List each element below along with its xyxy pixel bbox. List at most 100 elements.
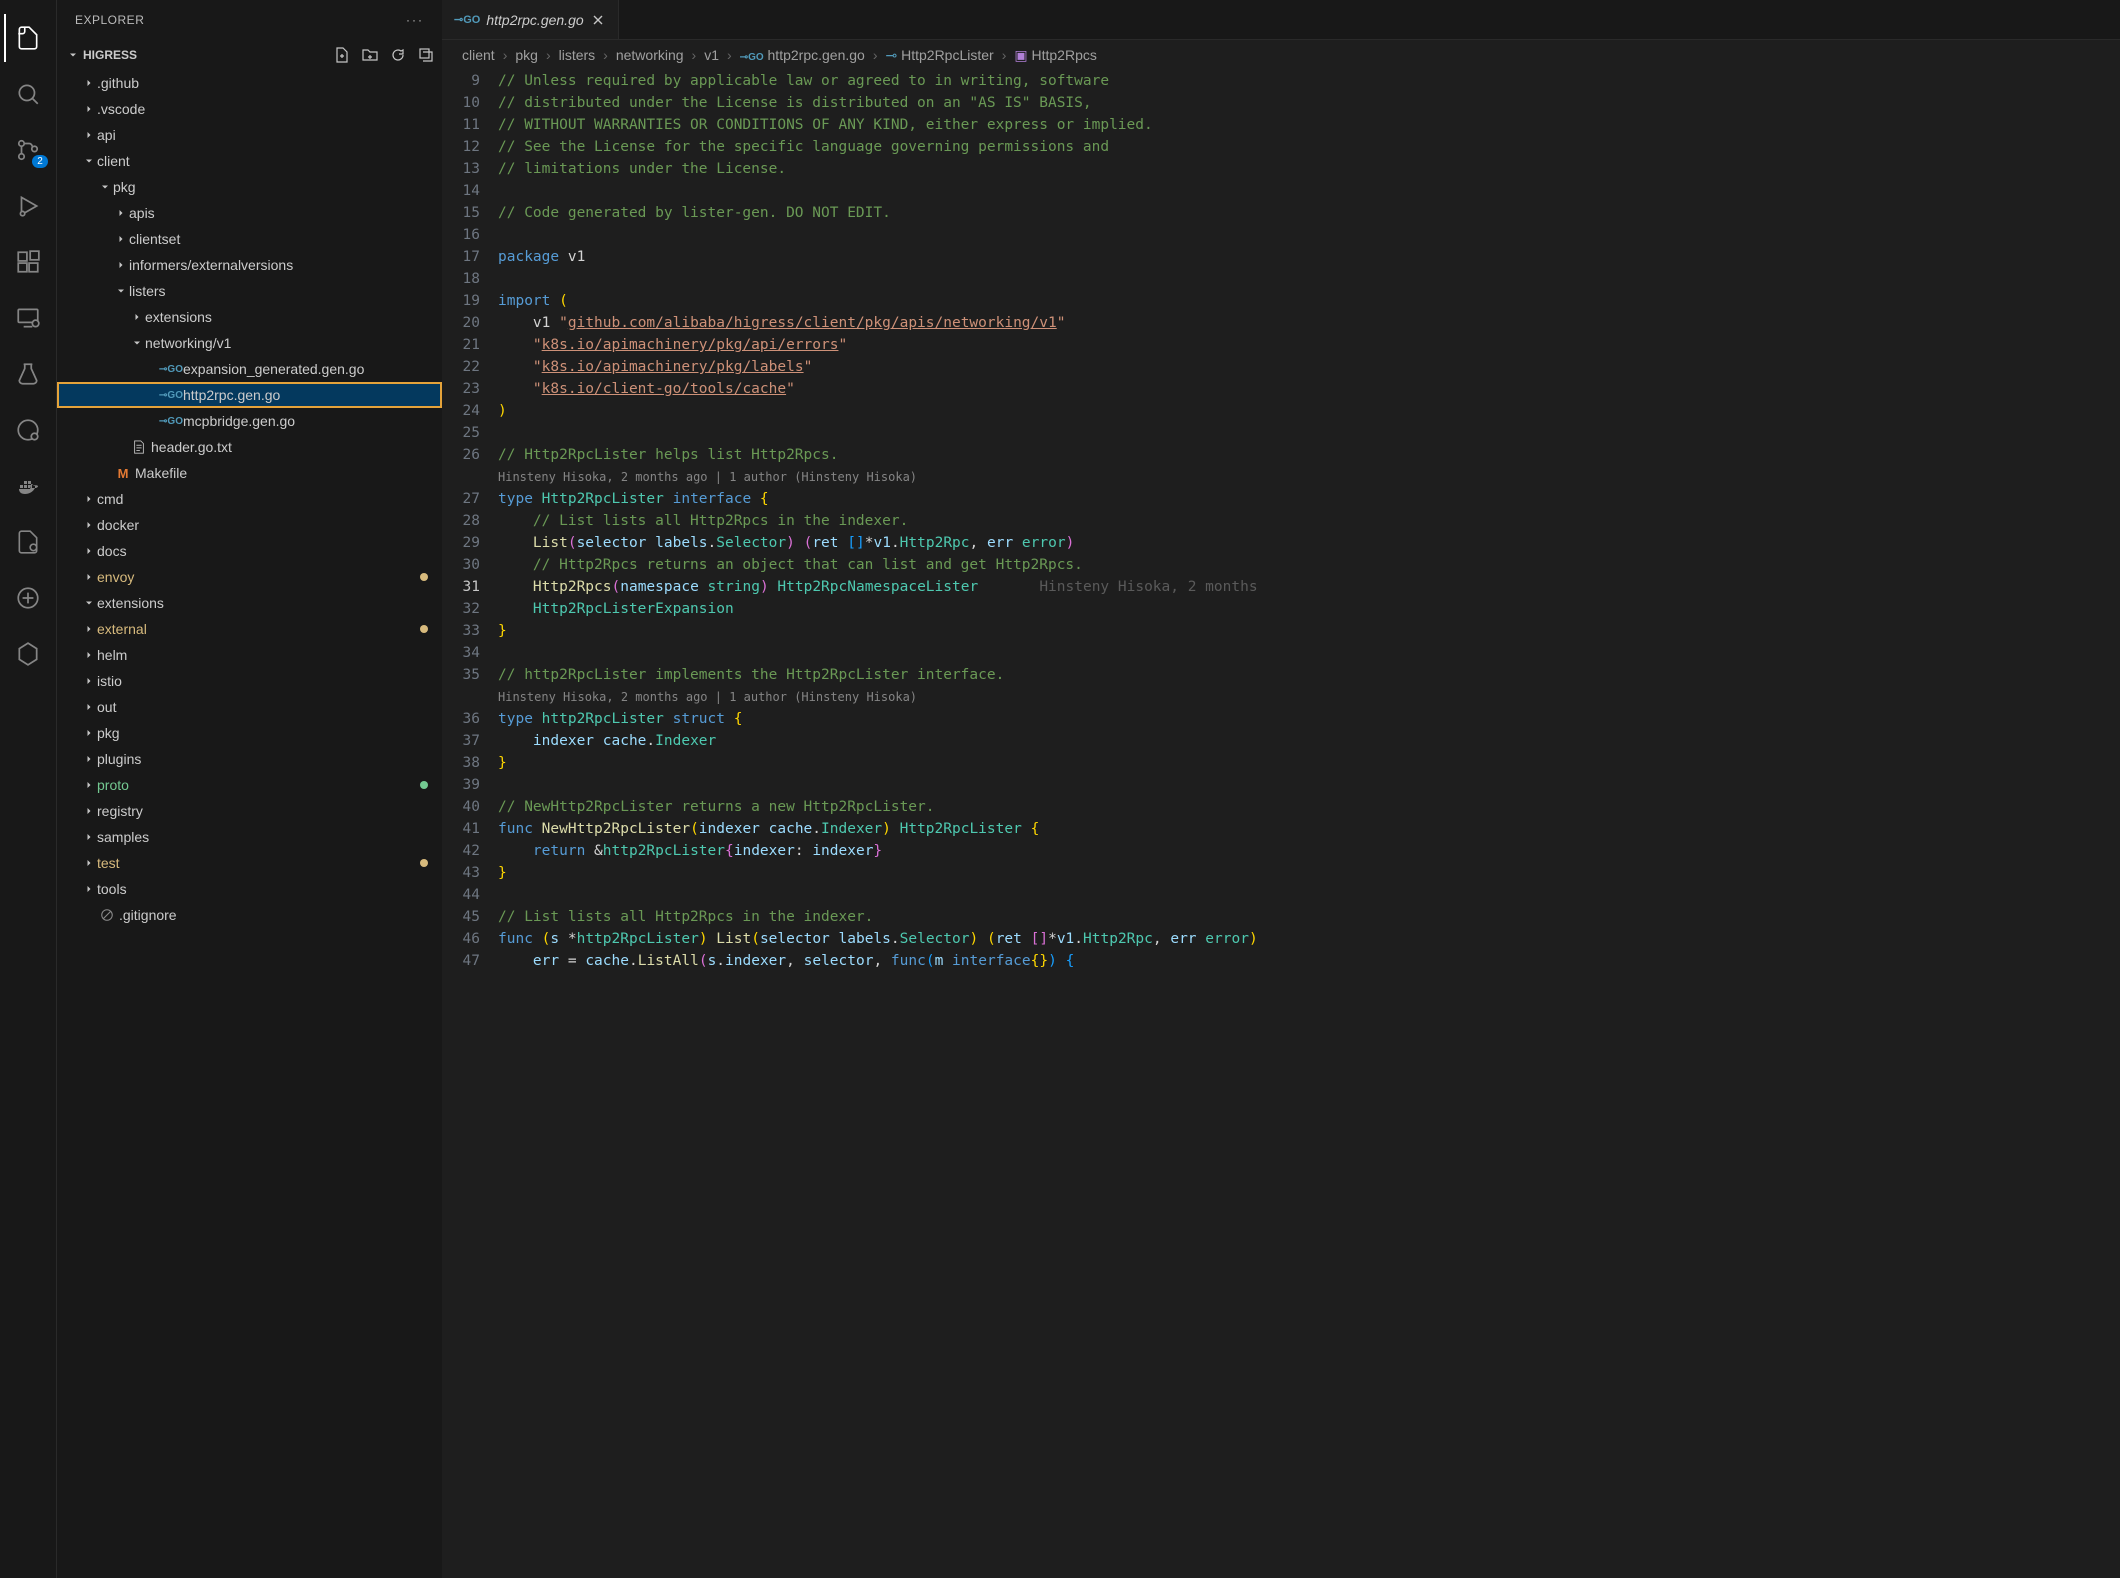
tree-item-api[interactable]: api — [57, 122, 442, 148]
code-line-28[interactable]: // List lists all Http2Rpcs in the index… — [498, 510, 2120, 532]
new-file-icon[interactable] — [334, 47, 350, 63]
code-content[interactable]: // Unless required by applicable law or … — [498, 70, 2120, 1578]
test-icon[interactable] — [4, 350, 52, 398]
collapse-icon[interactable] — [418, 47, 434, 63]
code-line-26[interactable]: // Http2RpcLister helps list Http2Rpcs. — [498, 444, 2120, 466]
explorer-icon[interactable] — [4, 14, 52, 62]
extensions-icon[interactable] — [4, 238, 52, 286]
project-header[interactable]: HIGRESS — [57, 40, 442, 70]
code-line-25[interactable] — [498, 422, 2120, 444]
tree-item-Makefile[interactable]: MMakefile — [57, 460, 442, 486]
code-line-44[interactable] — [498, 884, 2120, 906]
tree-item-plugins[interactable]: plugins — [57, 746, 442, 772]
code-line-12[interactable]: // See the License for the specific lang… — [498, 136, 2120, 158]
tree-item-docker[interactable]: docker — [57, 512, 442, 538]
tree-item-cmd[interactable]: cmd — [57, 486, 442, 512]
tree-item-mcpbridge-gen-go[interactable]: ⊸GOmcpbridge.gen.go — [57, 408, 442, 434]
tree-item-istio[interactable]: istio — [57, 668, 442, 694]
hex-icon[interactable] — [4, 630, 52, 678]
breadcrumb-segment[interactable]: networking — [616, 47, 684, 63]
tree-item--gitignore[interactable]: .gitignore — [57, 902, 442, 928]
project-icon[interactable] — [4, 574, 52, 622]
source-control-icon[interactable]: 2 — [4, 126, 52, 174]
breadcrumb-segment[interactable]: client — [462, 47, 495, 63]
tree-item-out[interactable]: out — [57, 694, 442, 720]
code-line-40[interactable]: // NewHttp2RpcLister returns a new Http2… — [498, 796, 2120, 818]
breadcrumb[interactable]: client›pkg›listers›networking›v1›⊸GO htt… — [442, 40, 2120, 70]
tree-item-envoy[interactable]: envoy — [57, 564, 442, 590]
tree-item-external[interactable]: external — [57, 616, 442, 642]
remote-icon[interactable] — [4, 294, 52, 342]
tree-item-tools[interactable]: tools — [57, 876, 442, 902]
breadcrumb-segment[interactable]: ⊸ Http2RpcLister — [885, 47, 993, 64]
tree-item-pkg[interactable]: pkg — [57, 720, 442, 746]
code-line-46[interactable]: func (s *http2RpcLister) List(selector l… — [498, 928, 2120, 950]
code-line-37[interactable]: indexer cache.Indexer — [498, 730, 2120, 752]
tree-item-registry[interactable]: registry — [57, 798, 442, 824]
tree-item-client[interactable]: client — [57, 148, 442, 174]
code-line-39[interactable] — [498, 774, 2120, 796]
tree-item-apis[interactable]: apis — [57, 200, 442, 226]
docker-icon[interactable] — [4, 462, 52, 510]
code-line-16[interactable] — [498, 224, 2120, 246]
breadcrumb-segment[interactable]: pkg — [515, 47, 538, 63]
tree-item--vscode[interactable]: .vscode — [57, 96, 442, 122]
tree-item-docs[interactable]: docs — [57, 538, 442, 564]
code-line-42[interactable]: return &http2RpcLister{indexer: indexer} — [498, 840, 2120, 862]
code-line-20[interactable]: v1 "github.com/alibaba/higress/client/pk… — [498, 312, 2120, 334]
code-line-31[interactable]: Http2Rpcs(namespace string) Http2RpcName… — [498, 576, 2120, 598]
code-line-18[interactable] — [498, 268, 2120, 290]
code-line-34[interactable] — [498, 642, 2120, 664]
code-line-32[interactable]: Http2RpcListerExpansion — [498, 598, 2120, 620]
code-line-43[interactable]: } — [498, 862, 2120, 884]
breadcrumb-segment[interactable]: v1 — [704, 47, 719, 63]
tree-item--github[interactable]: .github — [57, 70, 442, 96]
tree-item-networking[interactable]: networking / v1 — [57, 330, 442, 356]
new-folder-icon[interactable] — [362, 47, 378, 63]
code-line-14[interactable] — [498, 180, 2120, 202]
makefile-icon[interactable] — [4, 406, 52, 454]
code-line-23[interactable]: "k8s.io/client-go/tools/cache" — [498, 378, 2120, 400]
editor[interactable]: 9101112131415161718192021222324252627282… — [442, 70, 2120, 1578]
sidebar-more-icon[interactable]: ··· — [406, 13, 424, 27]
code-line-21[interactable]: "k8s.io/apimachinery/pkg/api/errors" — [498, 334, 2120, 356]
tree-item-extensions[interactable]: extensions — [57, 304, 442, 330]
code-line-30[interactable]: // Http2Rpcs returns an object that can … — [498, 554, 2120, 576]
tab-http2rpc[interactable]: ⊸GO http2rpc.gen.go — [442, 0, 619, 39]
code-line-41[interactable]: func NewHttp2RpcLister(indexer cache.Ind… — [498, 818, 2120, 840]
tree-item-extensions[interactable]: extensions — [57, 590, 442, 616]
code-line-36[interactable]: type http2RpcLister struct { — [498, 708, 2120, 730]
code-line-47[interactable]: err = cache.ListAll(s.indexer, selector,… — [498, 950, 2120, 972]
codelens[interactable]: Hinsteny Hisoka, 2 months ago | 1 author… — [498, 466, 2120, 488]
code-line-33[interactable]: } — [498, 620, 2120, 642]
code-line-19[interactable]: import ( — [498, 290, 2120, 312]
close-icon[interactable] — [590, 12, 606, 28]
code-line-45[interactable]: // List lists all Http2Rpcs in the index… — [498, 906, 2120, 928]
debug-icon[interactable] — [4, 182, 52, 230]
code-line-27[interactable]: type Http2RpcLister interface { — [498, 488, 2120, 510]
codelens[interactable]: Hinsteny Hisoka, 2 months ago | 1 author… — [498, 686, 2120, 708]
tree-item-pkg[interactable]: pkg — [57, 174, 442, 200]
tree-item-http2rpc-gen-go[interactable]: ⊸GOhttp2rpc.gen.go — [57, 382, 442, 408]
code-line-29[interactable]: List(selector labels.Selector) (ret []*v… — [498, 532, 2120, 554]
tree-item-test[interactable]: test — [57, 850, 442, 876]
breadcrumb-segment[interactable]: ▣ Http2Rpcs — [1014, 47, 1096, 64]
tree-item-clientset[interactable]: clientset — [57, 226, 442, 252]
code-line-35[interactable]: // http2RpcLister implements the Http2Rp… — [498, 664, 2120, 686]
code-line-13[interactable]: // limitations under the License. — [498, 158, 2120, 180]
tree-item-header-go-txt[interactable]: header.go.txt — [57, 434, 442, 460]
code-line-22[interactable]: "k8s.io/apimachinery/pkg/labels" — [498, 356, 2120, 378]
code-line-24[interactable]: ) — [498, 400, 2120, 422]
search-icon[interactable] — [4, 70, 52, 118]
tree-item-expansion-generated-gen-go[interactable]: ⊸GOexpansion_generated.gen.go — [57, 356, 442, 382]
code-line-9[interactable]: // Unless required by applicable law or … — [498, 70, 2120, 92]
code-line-11[interactable]: // WITHOUT WARRANTIES OR CONDITIONS OF A… — [498, 114, 2120, 136]
tree-item-samples[interactable]: samples — [57, 824, 442, 850]
tree-item-listers[interactable]: listers — [57, 278, 442, 304]
settings-file-icon[interactable] — [4, 518, 52, 566]
code-line-38[interactable]: } — [498, 752, 2120, 774]
breadcrumb-segment[interactable]: ⊸GO http2rpc.gen.go — [740, 47, 865, 63]
tree-item-informers[interactable]: informers / externalversions — [57, 252, 442, 278]
refresh-icon[interactable] — [390, 47, 406, 63]
code-line-15[interactable]: // Code generated by lister-gen. DO NOT … — [498, 202, 2120, 224]
